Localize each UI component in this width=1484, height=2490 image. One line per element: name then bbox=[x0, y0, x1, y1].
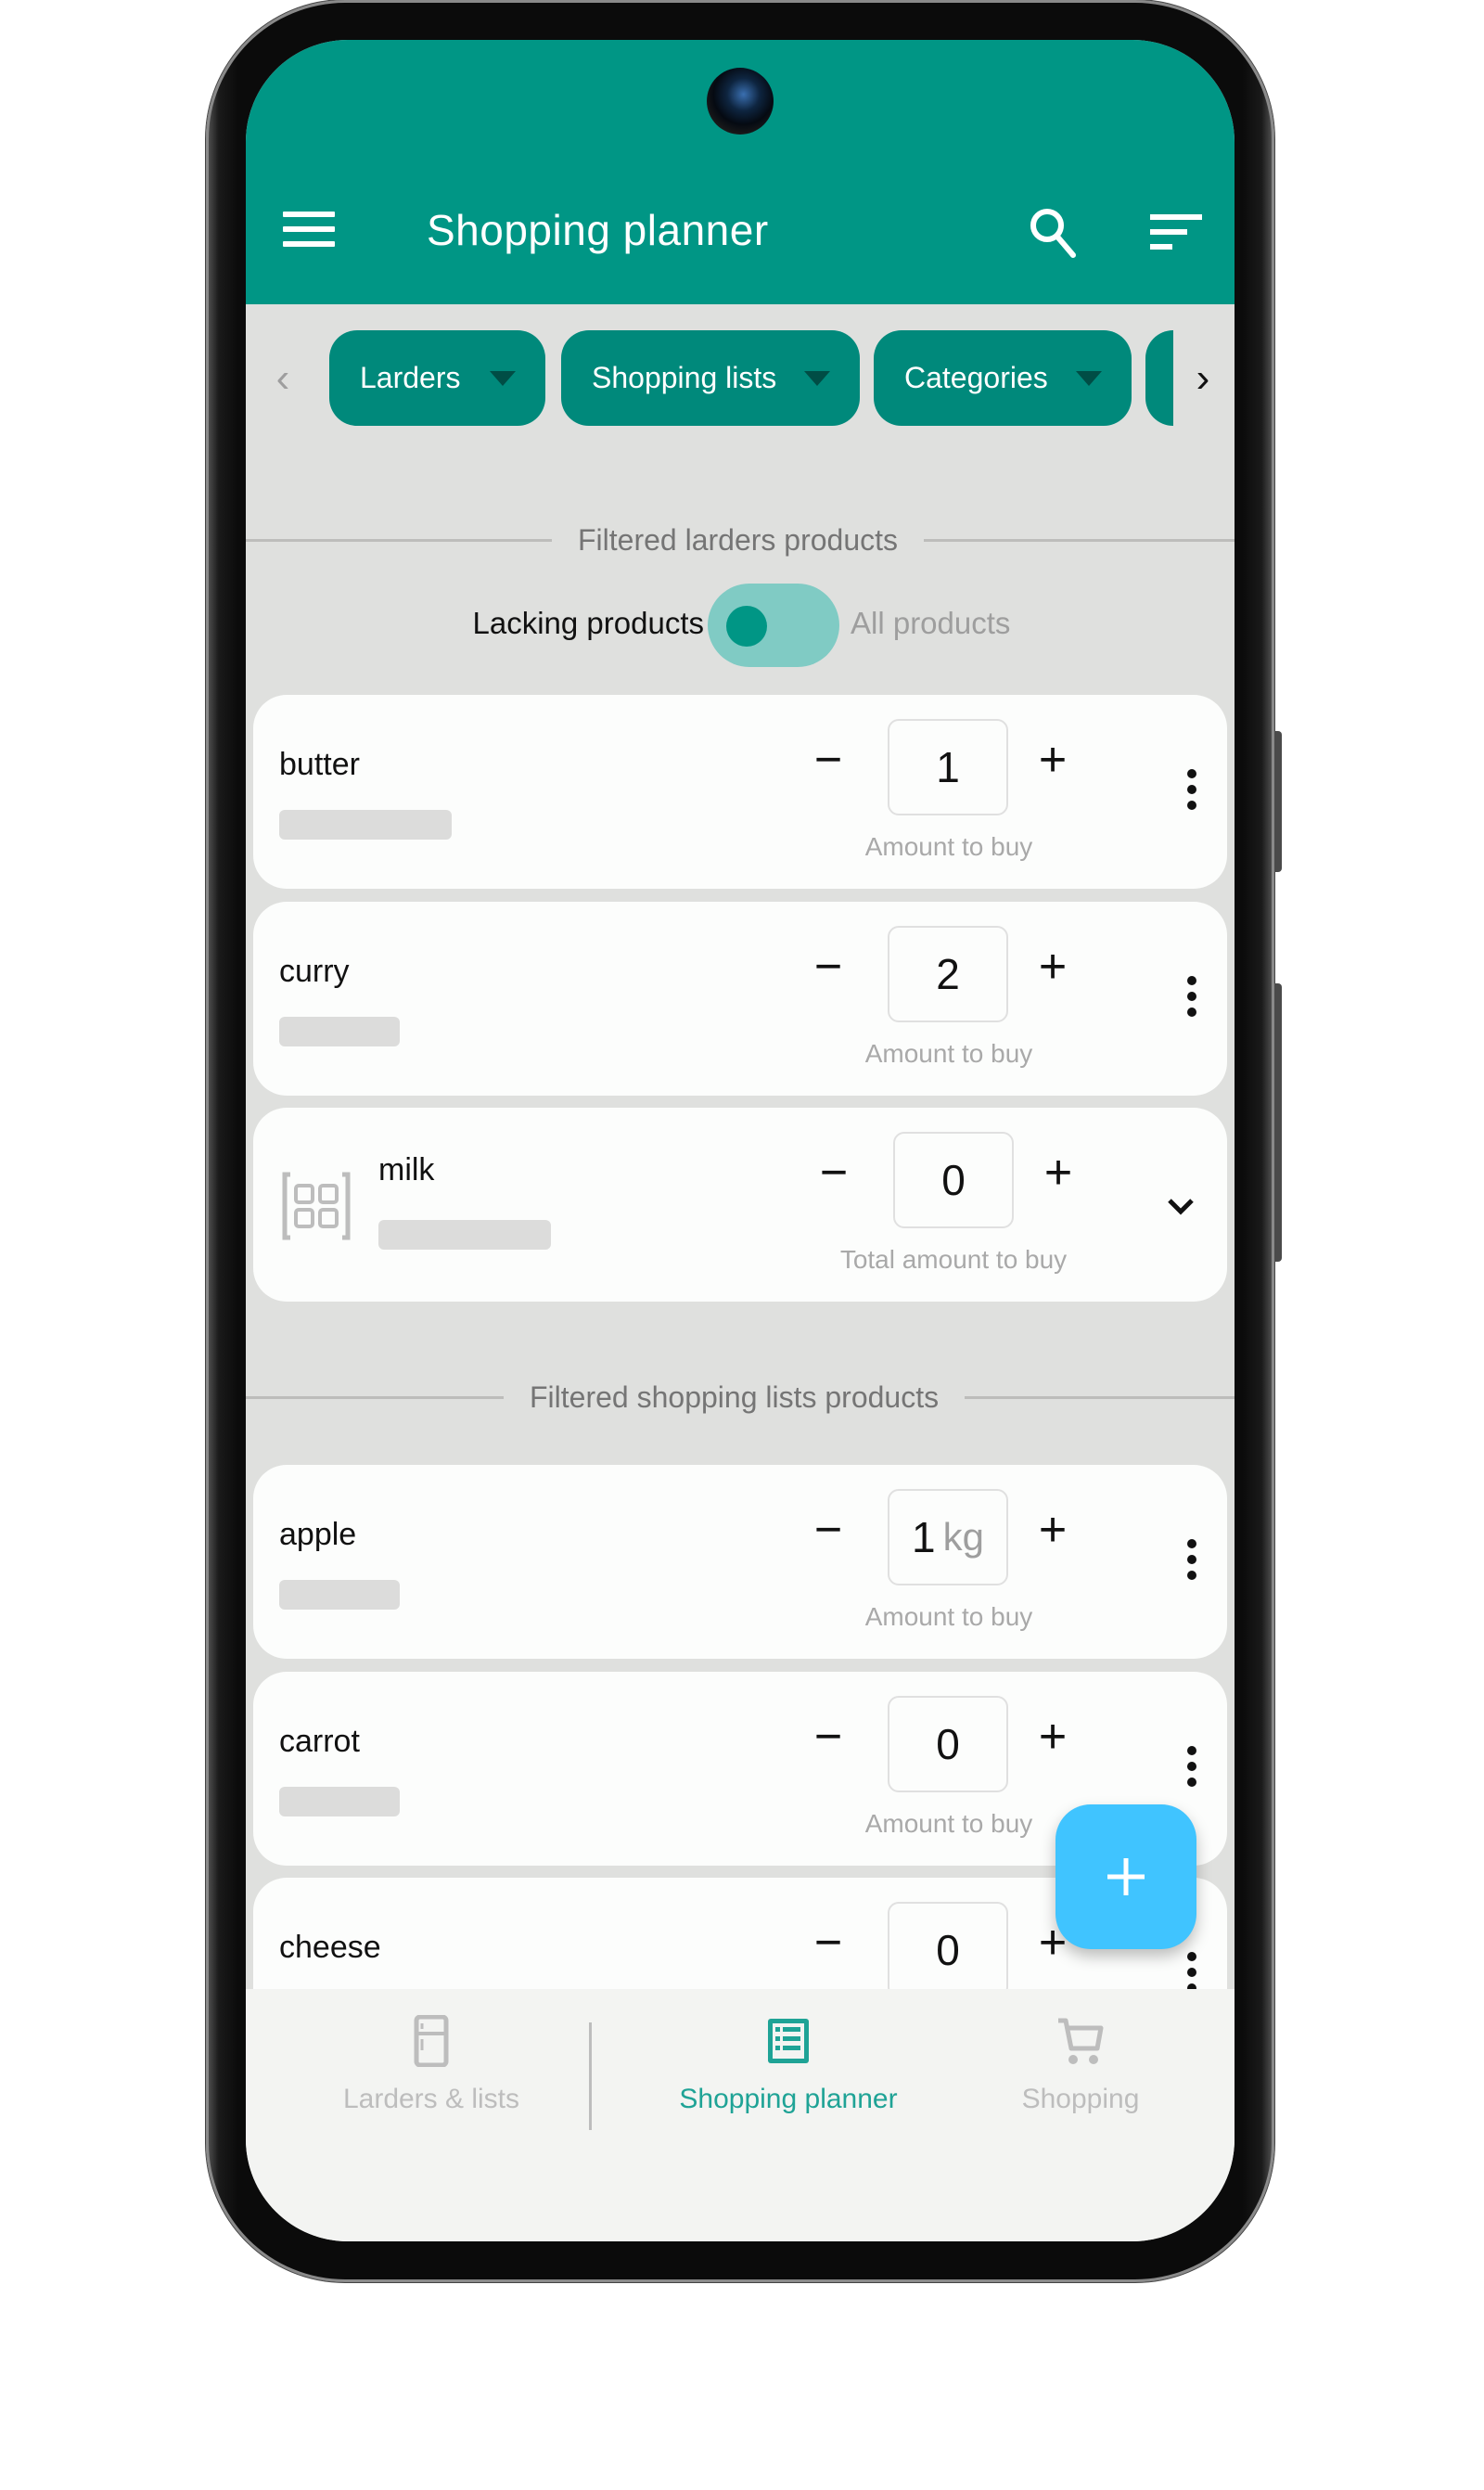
switch-knob bbox=[726, 606, 767, 647]
product-group-card[interactable]: milk − 0 + Total amount to buy bbox=[253, 1108, 1227, 1302]
increase-button[interactable]: + bbox=[1027, 1502, 1079, 1558]
product-card[interactable]: butter − 1 + Amount to buy bbox=[253, 695, 1227, 889]
chevron-right-icon[interactable]: › bbox=[1184, 358, 1222, 399]
add-product-fab[interactable] bbox=[1055, 1804, 1196, 1949]
divider-line bbox=[924, 538, 1235, 542]
quantity-value: 1 bbox=[936, 743, 960, 791]
list-icon bbox=[768, 2019, 809, 2063]
cart-icon bbox=[1058, 2018, 1104, 2064]
hamburger-menu-icon[interactable] bbox=[283, 212, 335, 252]
increase-button[interactable]: + bbox=[1027, 939, 1079, 995]
quantity-field[interactable]: 0 bbox=[893, 1132, 1014, 1228]
quantity-value: 0 bbox=[936, 1720, 960, 1768]
sort-filter-icon[interactable] bbox=[1150, 214, 1202, 251]
section-divider-shopping-lists: Filtered shopping lists products bbox=[246, 1374, 1235, 1420]
quantity-field[interactable]: 2 bbox=[888, 926, 1008, 1022]
quantity-hint: Amount to buy bbox=[864, 832, 1033, 861]
app-bar: Shopping planner bbox=[246, 40, 1235, 304]
nav-label: Larders & lists bbox=[342, 2084, 520, 2114]
more-vert-icon[interactable] bbox=[1181, 976, 1203, 1028]
quantity-unit: kg bbox=[942, 1515, 984, 1559]
app-screen: Shopping planner ‹ Larders Shopping list… bbox=[246, 40, 1235, 2241]
product-tag-placeholder bbox=[279, 1017, 400, 1046]
chip-label: Categories bbox=[904, 361, 1048, 394]
nav-shopping[interactable]: Shopping bbox=[960, 2015, 1201, 2136]
search-icon[interactable] bbox=[1027, 205, 1079, 261]
nav-label: Shopping bbox=[1021, 2084, 1140, 2114]
quantity-value: 2 bbox=[936, 950, 960, 998]
product-tag-placeholder bbox=[279, 1787, 400, 1816]
quantity-field[interactable]: 1 bbox=[888, 719, 1008, 815]
quantity-value: 1 bbox=[912, 1513, 936, 1561]
group-icon bbox=[282, 1172, 351, 1240]
decrease-button[interactable]: − bbox=[802, 1709, 854, 1765]
quantity-field[interactable]: 0 bbox=[888, 1696, 1008, 1792]
divider-line bbox=[246, 1395, 504, 1399]
filter-chips-row: ‹ Larders Shopping lists Categories › bbox=[246, 330, 1235, 426]
more-vert-icon[interactable] bbox=[1181, 769, 1203, 821]
quantity-value: 0 bbox=[941, 1156, 966, 1204]
decrease-button[interactable]: − bbox=[802, 1915, 854, 1970]
decrease-button[interactable]: − bbox=[802, 1502, 854, 1558]
bottom-navigation: Larders & lists Shopping planner Shoppin… bbox=[246, 1989, 1235, 2241]
volume-button bbox=[1274, 731, 1282, 872]
product-tag-placeholder bbox=[279, 1580, 400, 1610]
page-title: Shopping planner bbox=[427, 206, 769, 254]
decrease-button[interactable]: − bbox=[808, 1145, 860, 1200]
more-vert-icon[interactable] bbox=[1181, 1746, 1203, 1798]
product-card[interactable]: apple − 1 kg + Amount to buy bbox=[253, 1465, 1227, 1659]
divider-line bbox=[965, 1395, 1235, 1399]
dropdown-arrow-icon bbox=[490, 371, 516, 386]
increase-button[interactable]: + bbox=[1032, 1145, 1084, 1200]
quantity-hint: Amount to buy bbox=[864, 1602, 1033, 1631]
product-tag-placeholder bbox=[378, 1220, 551, 1250]
product-card[interactable]: curry − 2 + Amount to buy bbox=[253, 902, 1227, 1096]
product-name: carrot bbox=[279, 1724, 360, 1759]
increase-button[interactable]: + bbox=[1027, 732, 1079, 788]
quantity-field[interactable]: 0 bbox=[888, 1902, 1008, 1998]
nav-separator bbox=[589, 2022, 592, 2130]
add-icon bbox=[1107, 1858, 1145, 1895]
quantity-value: 0 bbox=[936, 1926, 960, 1974]
toggle-label-all[interactable]: All products bbox=[851, 606, 1010, 641]
nav-label: Shopping planner bbox=[679, 2084, 898, 2114]
decrease-button[interactable]: − bbox=[802, 939, 854, 995]
divider-line bbox=[246, 538, 552, 542]
chip-label: Shopping lists bbox=[592, 361, 777, 394]
product-name: curry bbox=[279, 954, 350, 989]
increase-button[interactable]: + bbox=[1027, 1709, 1079, 1765]
product-name: milk bbox=[378, 1152, 435, 1187]
nav-shopping-planner[interactable]: Shopping planner bbox=[645, 2015, 932, 2136]
expand-more-icon[interactable] bbox=[1162, 1187, 1199, 1225]
toggle-label-lacking[interactable]: Lacking products bbox=[473, 606, 704, 641]
quantity-hint: Total amount to buy bbox=[839, 1245, 1068, 1274]
section-title: Filtered larders products bbox=[578, 522, 899, 557]
lacking-all-switch[interactable] bbox=[708, 584, 839, 667]
section-divider-larders: Filtered larders products bbox=[246, 517, 1235, 563]
section-title: Filtered shopping lists products bbox=[530, 1380, 940, 1414]
decrease-button[interactable]: − bbox=[802, 732, 854, 788]
chip-shopping-lists[interactable]: Shopping lists bbox=[561, 330, 860, 426]
product-tag-placeholder bbox=[279, 810, 452, 840]
chevron-left-icon[interactable]: ‹ bbox=[264, 358, 301, 399]
power-button bbox=[1274, 983, 1282, 1262]
nav-larders-lists[interactable]: Larders & lists bbox=[311, 2015, 552, 2136]
quantity-hint: Amount to buy bbox=[864, 1809, 1033, 1838]
product-name: cheese bbox=[279, 1930, 381, 1965]
dropdown-arrow-icon bbox=[1076, 371, 1102, 386]
dropdown-arrow-icon bbox=[804, 371, 830, 386]
chip-partial[interactable] bbox=[1145, 330, 1173, 426]
chip-larders[interactable]: Larders bbox=[329, 330, 545, 426]
quantity-hint: Amount to buy bbox=[864, 1039, 1033, 1068]
chip-label: Larders bbox=[360, 361, 461, 394]
quantity-field[interactable]: 1 kg bbox=[888, 1489, 1008, 1585]
chip-categories[interactable]: Categories bbox=[874, 330, 1132, 426]
more-vert-icon[interactable] bbox=[1181, 1539, 1203, 1591]
phone-frame: Shopping planner ‹ Larders Shopping list… bbox=[206, 0, 1282, 2282]
product-name: butter bbox=[279, 747, 360, 782]
lacking-all-toggle-row: Lacking products All products bbox=[246, 584, 1235, 667]
front-camera bbox=[707, 68, 774, 135]
product-name: apple bbox=[279, 1517, 357, 1552]
fridge-icon bbox=[414, 2015, 449, 2067]
